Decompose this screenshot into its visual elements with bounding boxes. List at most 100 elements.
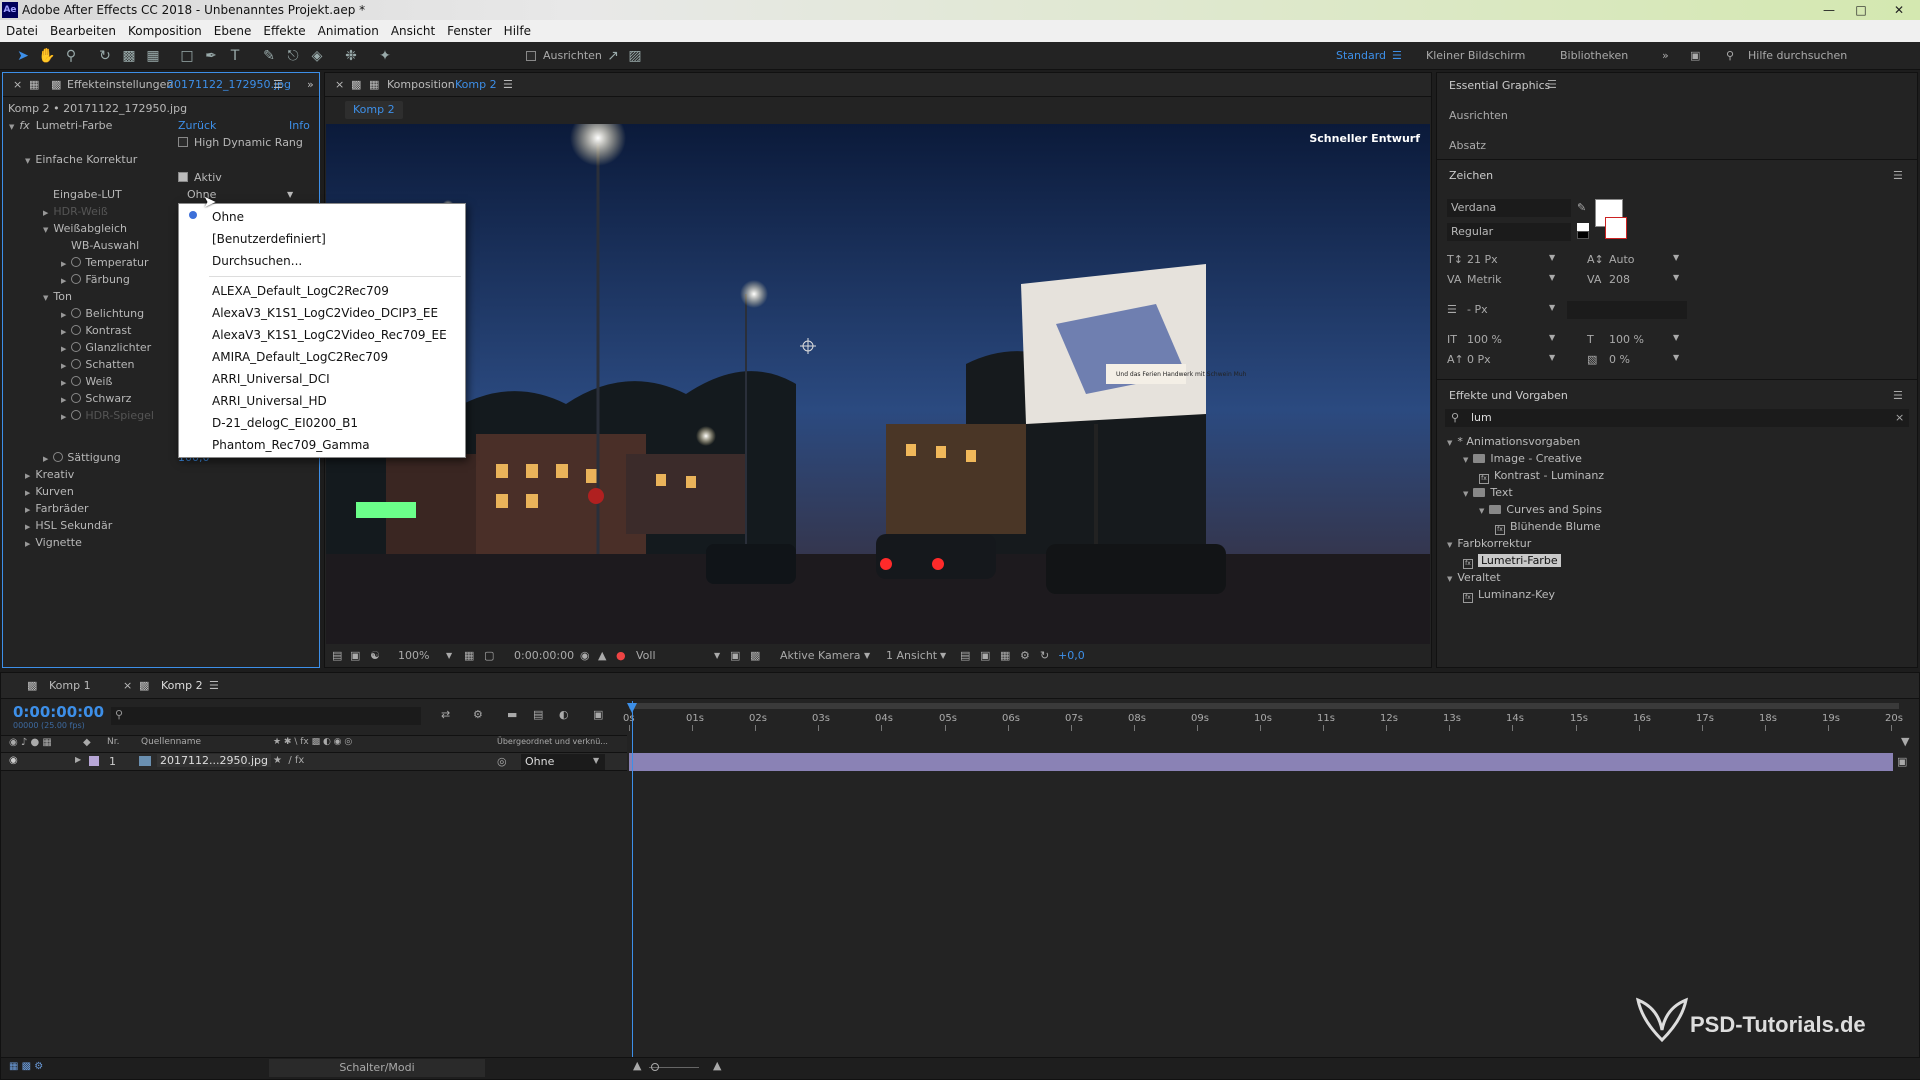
clone-stamp-tool-icon[interactable]: ⎋ [284, 47, 302, 65]
monitor-icon[interactable]: ▣ [350, 645, 360, 667]
section-vignette[interactable]: Vignette [25, 534, 81, 551]
leading-value[interactable]: Auto [1609, 253, 1635, 266]
baseline-shift-value[interactable]: 0 Px [1467, 353, 1491, 366]
close-tab-icon[interactable]: × [335, 73, 344, 97]
sync-settings-icon[interactable]: ▣ [1690, 42, 1700, 70]
vertical-scale-value[interactable]: 100 % [1467, 333, 1502, 346]
menu-komposition[interactable]: Komposition [122, 20, 208, 42]
toggle-switches-modes[interactable]: Schalter/Modi [269, 1059, 485, 1077]
snap-grid-icon[interactable]: ▨ [626, 47, 644, 65]
current-time[interactable]: 0:00:00:00 [514, 645, 574, 667]
shadows-row[interactable]: Schatten [61, 356, 135, 373]
snapshot-icon[interactable]: ◉ [580, 645, 590, 667]
highlights-row[interactable]: Glanzlichter [61, 339, 151, 356]
active-checkbox-row[interactable]: Aktiv [178, 169, 222, 186]
workspace-small-screen[interactable]: Kleiner Bildschirm [1426, 42, 1525, 70]
toggle-pixel-icon[interactable]: ▤ [960, 645, 970, 667]
stopwatch-icon[interactable] [71, 342, 82, 352]
chevron-down-icon[interactable]: ▼ [1447, 439, 1452, 447]
comp-marker-icon[interactable]: ▼ [1901, 735, 1909, 748]
comp-mini-flowchart-icon[interactable]: ⇄ [441, 708, 450, 721]
lut-option-browse[interactable]: Durchsuchen... [212, 250, 302, 272]
tree-item[interactable]: fx Luminanz-Key [1463, 586, 1555, 603]
chevron-down-icon[interactable]: ▼ [1463, 456, 1468, 464]
comp-button-icon[interactable]: ▣ [1897, 755, 1907, 768]
selection-tool-icon[interactable]: ➤ [14, 47, 32, 65]
stopwatch-icon[interactable] [71, 376, 82, 386]
kerning-value[interactable]: Metrik [1467, 273, 1502, 286]
menu-hilfe[interactable]: Hilfe [498, 20, 537, 42]
chevron-down-icon[interactable]: ▼ [446, 645, 452, 667]
chevron-down-icon[interactable]: ▼ [1549, 253, 1555, 262]
effect-expand-icon[interactable] [9, 119, 19, 132]
tsume-value[interactable]: 0 % [1609, 353, 1630, 366]
eyedropper-icon[interactable]: ✎ [1577, 201, 1586, 214]
font-family-select[interactable]: Verdana [1447, 199, 1571, 217]
menu-animation[interactable]: Animation [312, 20, 385, 42]
stroke-type-select[interactable] [1567, 301, 1687, 319]
minimize-button[interactable]: — [1814, 0, 1844, 20]
chevron-down-icon[interactable]: ▼ [714, 645, 720, 667]
menu-bearbeiten[interactable]: Bearbeiten [44, 20, 122, 42]
timeline-timecode[interactable]: 0:00:00:00 [13, 703, 104, 721]
views-select[interactable]: 1 Ansicht [886, 645, 937, 667]
chevron-down-icon[interactable]: ▼ [287, 186, 293, 203]
chevron-down-icon[interactable]: ▼ [1479, 507, 1484, 515]
reset-exposure-icon[interactable]: ↻ [1040, 645, 1049, 667]
panel-lock-icon[interactable]: ▩ [351, 73, 361, 97]
section-hsl-secondary[interactable]: HSL Sekundär [25, 517, 112, 534]
menu-effekte[interactable]: Effekte [257, 20, 311, 42]
footer-icons[interactable]: ▦ ▩ ⚙ [9, 1061, 43, 1072]
stroke-width-value[interactable]: - Px [1467, 303, 1488, 316]
chevron-down-icon[interactable]: ▼ [1549, 303, 1555, 312]
menu-ansicht[interactable]: Ansicht [385, 20, 441, 42]
chevron-down-icon[interactable]: ▼ [940, 645, 946, 667]
effects-search-input[interactable]: lum [1471, 411, 1492, 424]
maximize-button[interactable]: □ [1846, 0, 1876, 20]
frame-blending-icon[interactable]: ▤ [533, 708, 543, 721]
lut-option[interactable]: ARRI_Universal_HD [212, 390, 327, 412]
layer-switches[interactable]: ★ / fx [273, 755, 304, 766]
horizontal-scale-value[interactable]: 100 % [1609, 333, 1644, 346]
tree-item[interactable]: ▼ Curves and Spins [1479, 501, 1602, 518]
resolution-select[interactable]: Voll [636, 645, 656, 667]
flowchart-icon[interactable]: ⚙ [1020, 645, 1030, 667]
text-tool-icon[interactable]: T [226, 47, 244, 65]
stopwatch-icon[interactable] [71, 359, 82, 369]
av-switches-icon[interactable]: ◉ ♪ ● ▦ [9, 737, 52, 748]
timeline-search-input[interactable] [111, 707, 421, 725]
menu-fenster[interactable]: Fenster [441, 20, 498, 42]
chevron-down-icon[interactable]: ▼ [1447, 541, 1452, 549]
close-tab-icon[interactable]: × [13, 73, 22, 97]
panel-lock-icon[interactable]: ▩ [51, 73, 61, 97]
chevron-down-icon[interactable]: ▼ [1549, 333, 1555, 342]
saturation-row[interactable]: Sättigung [43, 449, 121, 466]
lut-option[interactable]: AlexaV3_K1S1_LogC2Video_DCIP3_EE [212, 302, 438, 324]
puppet-tool-icon[interactable]: ✦ [376, 47, 394, 65]
grid-icon[interactable]: ▦ [464, 645, 474, 667]
workspace-standard[interactable]: Standard [1336, 42, 1386, 70]
timeline-tab-komp1[interactable]: Komp 1 [49, 674, 91, 698]
rectangle-tool-icon[interactable]: □ [178, 47, 196, 65]
snap-checkbox[interactable] [526, 51, 536, 61]
snap-options-icon[interactable]: ↗ [604, 47, 622, 65]
lut-option[interactable]: ARRI_Universal_DCI [212, 368, 330, 390]
panel-menu-icon[interactable]: ☰ [1547, 78, 1557, 91]
comp-sub-tab[interactable]: Komp 2 [345, 101, 403, 119]
work-area-bar[interactable] [629, 703, 1899, 709]
temperature-row[interactable]: Temperatur [61, 254, 149, 271]
exposure-value[interactable]: +0,0 [1058, 645, 1085, 667]
tree-item[interactable]: fx Blühende Blume [1495, 518, 1601, 535]
help-search-input[interactable]: Hilfe durchsuchen [1748, 42, 1847, 70]
lock-icon[interactable]: ▦ [369, 73, 379, 97]
pickwhip-icon[interactable]: ◎ [497, 755, 507, 768]
always-preview-icon[interactable]: ▤ [332, 645, 342, 667]
close-tab-icon[interactable]: × [123, 674, 132, 698]
zoom-slider-handle[interactable] [651, 1063, 659, 1071]
lut-option[interactable]: Phantom_Rec709_Gamma [212, 434, 370, 456]
font-style-select[interactable]: Regular [1447, 223, 1571, 241]
stopwatch-icon[interactable] [71, 308, 82, 318]
transparency-grid-icon[interactable]: ▩ [750, 645, 760, 667]
chevron-down-icon[interactable]: ▼ [864, 645, 870, 667]
chevron-down-icon[interactable]: ▼ [1447, 575, 1452, 583]
